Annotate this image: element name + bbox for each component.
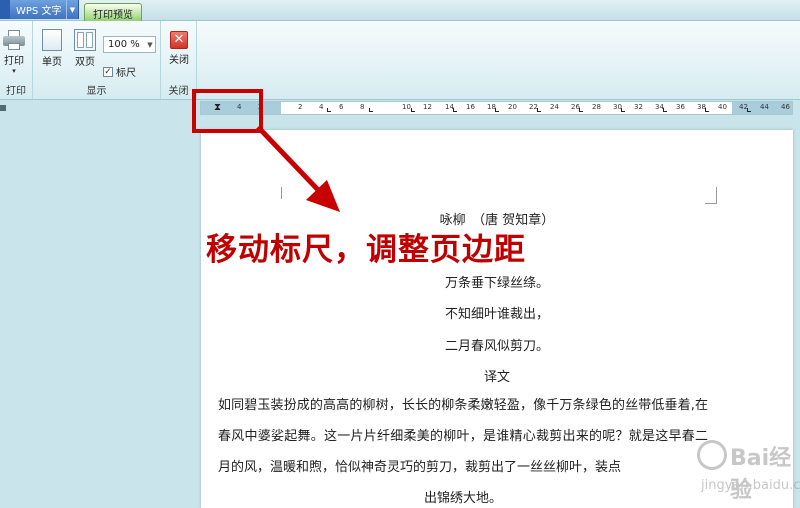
watermark-url: jingyan.baidu.com [701, 478, 800, 493]
baidu-jingyan-watermark: Bai经验 jingyan.baidu.com [697, 440, 800, 508]
annotation-overlay-text: 移动标尺，调整页边距 [206, 232, 526, 268]
watermark-brand: Bai经验 [730, 446, 792, 503]
paw-logo-icon [697, 440, 727, 470]
